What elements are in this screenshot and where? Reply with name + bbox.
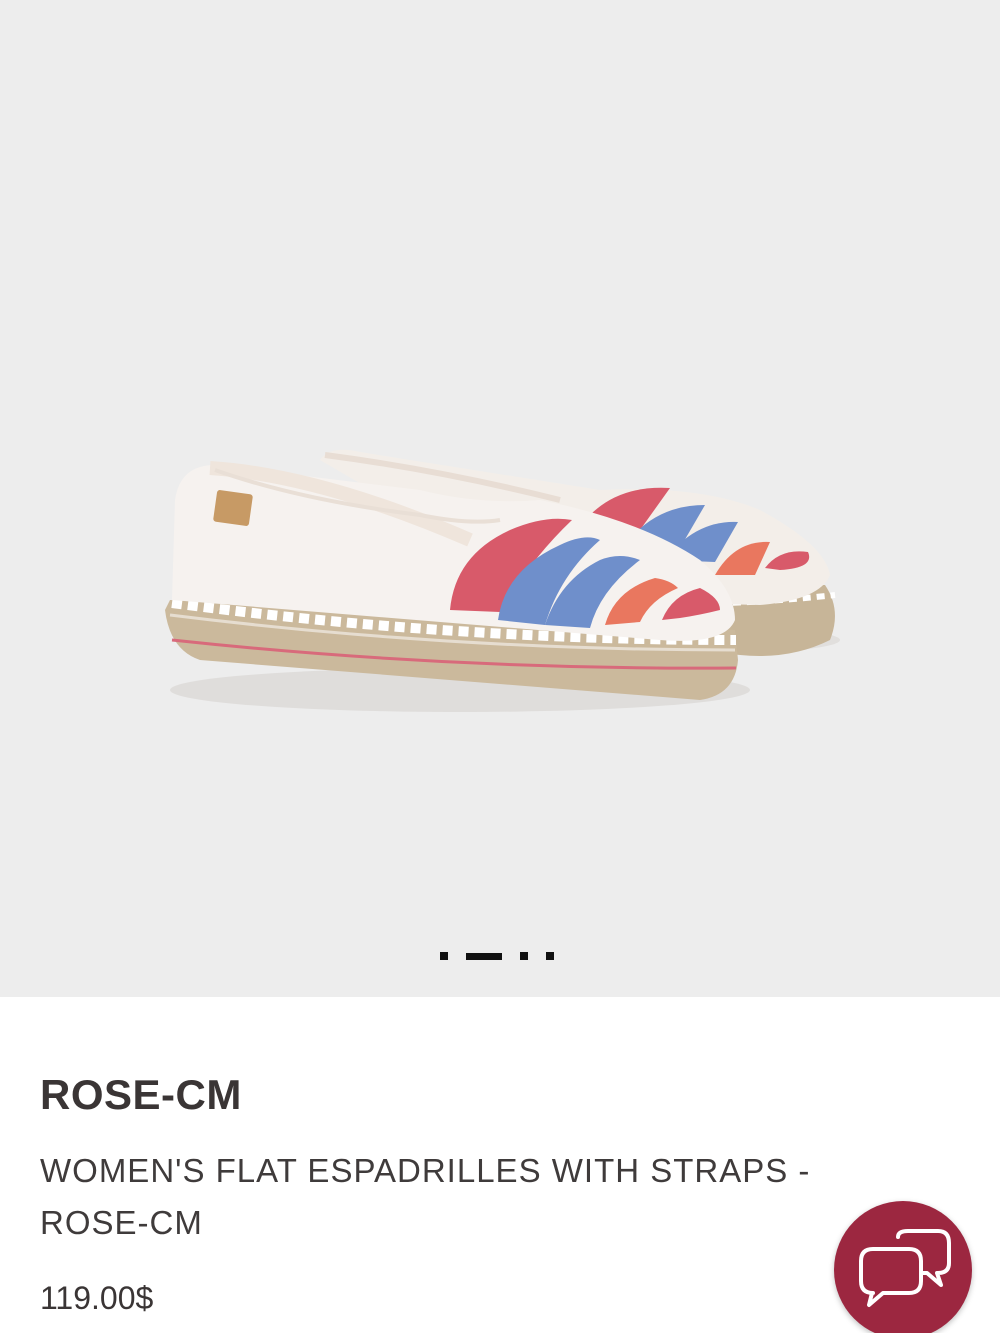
product-brand: ROSE-CM — [40, 1071, 242, 1118]
product-price: 119.00$ — [40, 1280, 154, 1316]
gallery-dot-1[interactable] — [440, 952, 448, 960]
product-name: WOMEN'S FLAT ESPADRILLES WITH STRAPS - R… — [40, 1152, 811, 1241]
gallery-dot-3[interactable] — [520, 952, 528, 960]
gallery-dot-2-active[interactable] — [466, 952, 502, 960]
chat-bubbles-icon — [859, 1229, 951, 1307]
product-image-gallery[interactable] — [0, 0, 1000, 997]
gallery-pagination — [440, 952, 572, 960]
chat-button[interactable] — [834, 1201, 972, 1333]
gallery-dot-4[interactable] — [546, 952, 554, 960]
product-image — [165, 449, 840, 712]
product-page: ROSE-CM WOMEN'S FLAT ESPADRILLES WITH ST… — [0, 0, 1000, 1333]
product-info: ROSE-CM WOMEN'S FLAT ESPADRILLES WITH ST… — [40, 1070, 900, 1249]
